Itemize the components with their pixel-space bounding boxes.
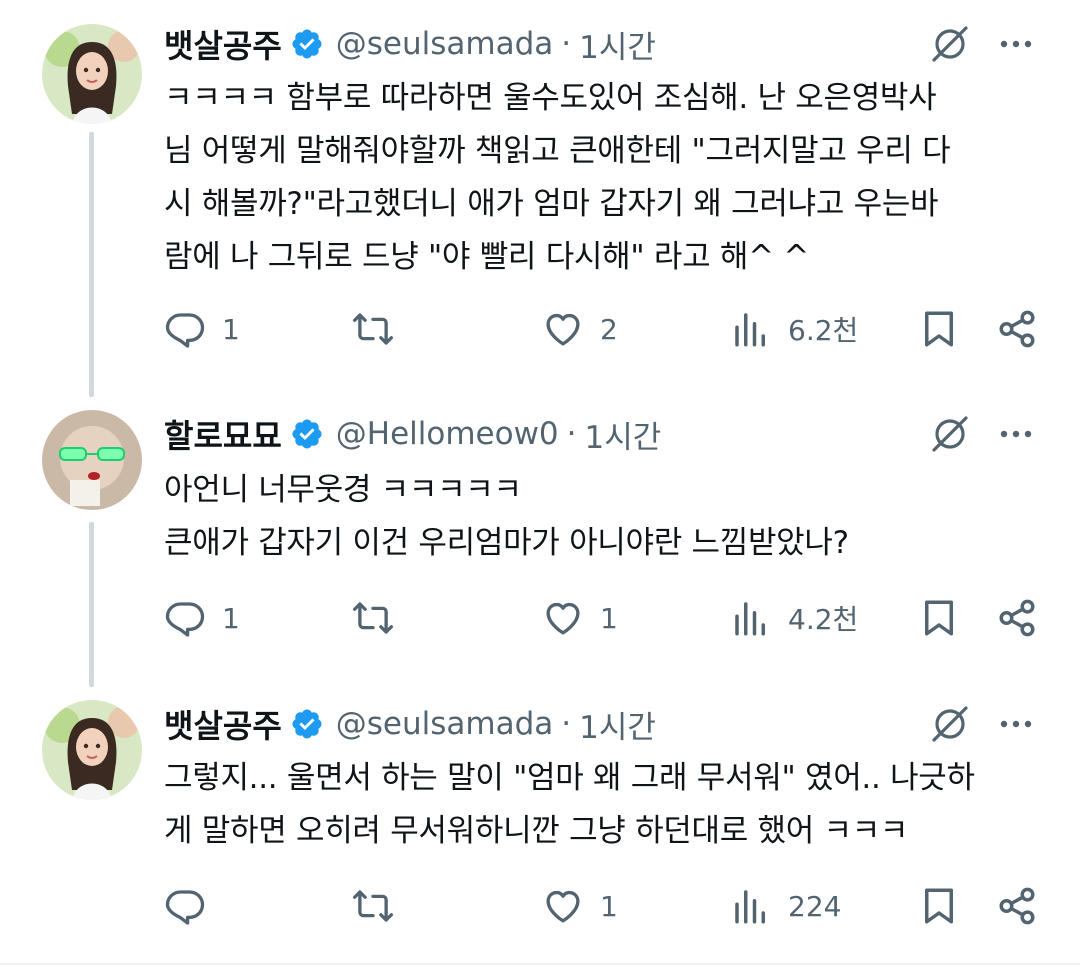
share-icon: [999, 310, 1035, 348]
author-name[interactable]: 뱃살공주: [164, 21, 282, 67]
reply-button[interactable]: 1: [164, 308, 240, 350]
like-icon: [546, 602, 580, 635]
tweet-text: ㅋㅋㅋㅋ 함부로 따라하면 울수도있어 조심해. 난 오은영박사 님 어떻게 말…: [164, 80, 951, 275]
share-button[interactable]: [996, 308, 1038, 350]
like-icon: [546, 890, 580, 923]
retweet-button[interactable]: [352, 597, 410, 639]
bookmark-button[interactable]: [918, 597, 960, 639]
author-handle[interactable]: @Hellomeow0: [336, 416, 559, 452]
like-button[interactable]: 2: [542, 308, 618, 350]
retweet-icon: [352, 313, 394, 345]
tweet-text: 아언니 너무웃경 ㅋㅋㅋㅋㅋ 큰애가 갑자기 이건 우리엄마가 아니야란 느낌받…: [164, 472, 849, 561]
like-count: 1: [600, 889, 618, 923]
avatar[interactable]: [42, 700, 142, 800]
views-button[interactable]: 6.2천: [730, 308, 858, 350]
retweet-icon: [352, 890, 394, 922]
action-bar: 1 224: [0, 885, 1080, 933]
reply-icon: [165, 313, 205, 348]
more-icon[interactable]: [996, 704, 1036, 744]
author-name[interactable]: 할로묘묘: [164, 411, 282, 457]
tweet-1[interactable]: 뱃살공주 @seulsamada · 1시간 ㅋㅋㅋㅋ 함부로 따라하면 울수도…: [0, 20, 1080, 380]
retweet-icon: [352, 602, 394, 634]
reply-button[interactable]: 1: [164, 597, 240, 639]
views-icon: [735, 890, 765, 924]
reply-button[interactable]: [164, 885, 222, 927]
bookmark-icon: [925, 311, 953, 347]
timestamp[interactable]: 1시간: [579, 702, 656, 747]
grok-icon[interactable]: [928, 702, 972, 746]
retweet-button[interactable]: [352, 885, 410, 927]
author-handle[interactable]: @seulsamada: [336, 706, 554, 742]
like-count: 1: [600, 601, 618, 635]
views-icon: [735, 602, 765, 636]
tweet-3[interactable]: 뱃살공주 @seulsamada · 1시간 그렇지... 울면서 하는 말이 …: [0, 700, 1080, 960]
like-button[interactable]: 1: [542, 597, 618, 639]
like-button[interactable]: 1: [542, 885, 618, 927]
like-icon: [546, 313, 580, 346]
timestamp[interactable]: 1시간: [585, 412, 662, 457]
tweet-2[interactable]: 할로묘묘 @Hellomeow0 · 1시간 아언니 너무웃경 ㅋㅋㅋㅋㅋ 큰애…: [0, 410, 1080, 660]
views-icon: [735, 313, 765, 347]
tweet-text: 그렇지... 울면서 하는 말이 "엄마 왜 그래 무서워" 였어.. 나긋하 …: [164, 760, 975, 849]
grok-icon[interactable]: [928, 22, 972, 66]
share-button[interactable]: [996, 885, 1038, 927]
action-bar: 1 1 4.2천: [0, 597, 1080, 645]
like-count: 2: [600, 312, 618, 346]
views-count: 4.2천: [788, 603, 859, 636]
reply-count: 1: [222, 312, 240, 346]
tweet-header: 할로묘묘 @Hellomeow0 · 1시간: [164, 410, 661, 458]
views-button[interactable]: 224: [730, 885, 841, 927]
views-button[interactable]: 4.2천: [730, 597, 858, 639]
views-count: 6.2천: [788, 314, 859, 347]
verified-badge-icon: [292, 419, 322, 449]
reply-icon: [165, 602, 205, 637]
retweet-button[interactable]: [352, 308, 410, 350]
tweet-header: 뱃살공주 @seulsamada · 1시간: [164, 700, 656, 748]
separator: ·: [561, 706, 572, 742]
bookmark-icon: [925, 888, 953, 924]
tweet-header: 뱃살공주 @seulsamada · 1시간: [164, 20, 656, 68]
separator: ·: [561, 26, 572, 62]
divider: [0, 963, 1080, 965]
share-icon: [999, 887, 1035, 925]
author-handle[interactable]: @seulsamada: [336, 26, 554, 62]
avatar[interactable]: [42, 24, 142, 124]
more-icon[interactable]: [996, 24, 1036, 64]
grok-icon[interactable]: [928, 412, 972, 456]
action-bar: 1 2 6.2천: [0, 308, 1080, 356]
views-count: 224: [788, 889, 842, 923]
share-icon: [999, 599, 1035, 637]
reply-count: 1: [222, 601, 240, 635]
separator: ·: [566, 416, 577, 452]
more-icon[interactable]: [996, 414, 1036, 454]
author-name[interactable]: 뱃살공주: [164, 701, 282, 747]
reply-icon: [165, 890, 205, 925]
bookmark-button[interactable]: [918, 308, 960, 350]
bookmark-button[interactable]: [918, 885, 960, 927]
share-button[interactable]: [996, 597, 1038, 639]
timestamp[interactable]: 1시간: [579, 22, 656, 67]
verified-badge-icon: [292, 709, 322, 739]
verified-badge-icon: [292, 29, 322, 59]
avatar[interactable]: [42, 410, 142, 510]
bookmark-icon: [925, 600, 953, 636]
